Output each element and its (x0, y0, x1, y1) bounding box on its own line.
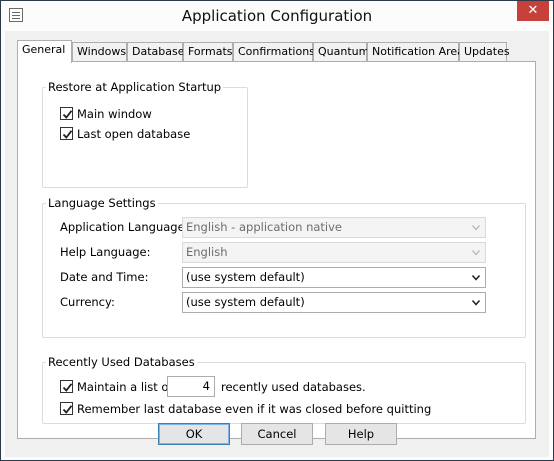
tab-database[interactable]: Database (127, 42, 185, 61)
maintain-list-label: Maintain a list of (77, 380, 173, 394)
window-title: Application Configuration (181, 7, 373, 25)
chevron-down-icon (472, 275, 480, 281)
title-bar[interactable]: Application Configuration ✕ (1, 1, 553, 31)
app-language-label: Application Language: (60, 220, 189, 234)
chevron-down-icon (472, 225, 480, 231)
chevron-down-icon (472, 300, 480, 306)
general-tab-panel: Restore at Application Startup Main wind… (17, 61, 536, 439)
tab-notification-area[interactable]: Notification Area (367, 42, 464, 61)
app-language-select: English - application native (182, 217, 486, 238)
date-time-label: Date and Time: (60, 270, 149, 284)
checkbox-box (60, 127, 73, 140)
checkbox-box (60, 402, 73, 415)
currency-select[interactable]: (use system default) (182, 292, 486, 313)
close-button[interactable]: ✕ (517, 1, 549, 21)
currency-label: Currency: (60, 295, 115, 309)
help-language-value: English (186, 245, 228, 259)
last-open-database-label: Last open database (77, 127, 191, 141)
remember-last-db-label: Remember last database even if it was cl… (77, 402, 432, 416)
startup-group: Restore at Application Startup Main wind… (42, 80, 248, 188)
chevron-down-icon (472, 250, 480, 256)
dialog-client: General Windows Database Formats Confirm… (5, 31, 549, 457)
tab-confirmations[interactable]: Confirmations (233, 42, 315, 61)
help-button[interactable]: Help (325, 423, 397, 445)
recent-count-input[interactable]: 4 (167, 376, 215, 397)
tab-windows[interactable]: Windows (72, 42, 127, 61)
recent-count-suffix: recently used databases. (221, 380, 366, 394)
app-language-value: English - application native (186, 220, 342, 234)
tab-updates[interactable]: Updates (459, 42, 510, 61)
help-language-select: English (182, 242, 486, 263)
date-time-select[interactable]: (use system default) (182, 267, 486, 288)
tab-formats[interactable]: Formats (183, 42, 233, 61)
last-open-database-checkbox[interactable]: Last open database (60, 127, 190, 143)
app-config-window: Application Configuration ✕ General Wind… (0, 0, 554, 461)
cancel-button[interactable]: Cancel (241, 423, 313, 445)
recent-databases-group: Recently Used Databases Maintain a list … (42, 355, 526, 424)
close-icon: ✕ (527, 3, 539, 18)
language-group-label: Language Settings (46, 196, 158, 210)
main-window-label: Main window (77, 107, 152, 121)
recent-databases-group-label: Recently Used Databases (46, 355, 197, 369)
ok-button[interactable]: OK (158, 423, 230, 445)
language-group: Language Settings Application Language: … (42, 196, 526, 338)
tab-general[interactable]: General (17, 40, 72, 63)
main-window-checkbox[interactable]: Main window (60, 107, 152, 123)
maintain-list-checkbox[interactable]: Maintain a list of (60, 380, 172, 396)
date-time-value: (use system default) (186, 270, 305, 284)
checkbox-box (60, 380, 73, 393)
help-language-label: Help Language: (60, 245, 151, 259)
tab-quantum[interactable]: Quantum (313, 42, 369, 61)
currency-value: (use system default) (186, 295, 305, 309)
startup-group-label: Restore at Application Startup (46, 80, 224, 94)
remember-last-db-checkbox[interactable]: Remember last database even if it was cl… (60, 402, 431, 418)
checkbox-box (60, 107, 73, 120)
